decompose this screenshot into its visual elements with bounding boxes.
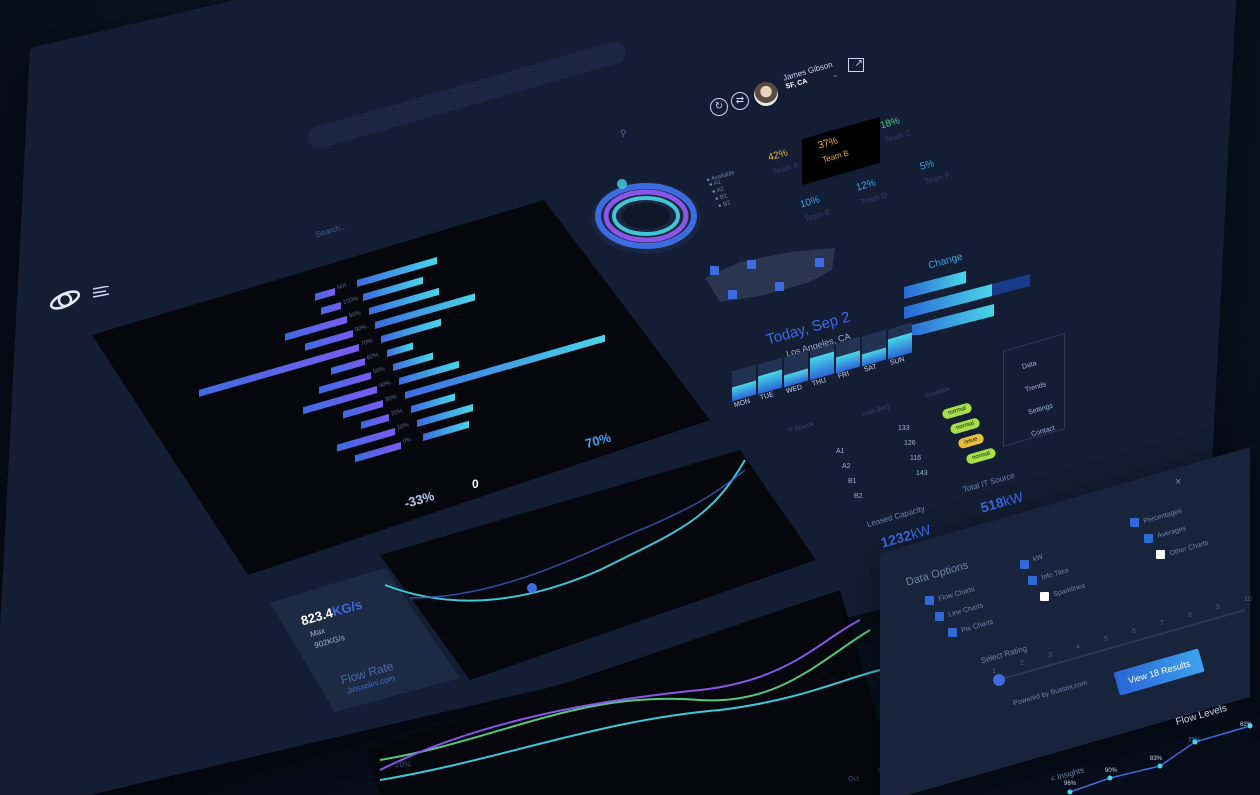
option-checkbox[interactable] [1144,534,1153,543]
flow-level-point: 83% [1150,756,1163,762]
option-checkbox[interactable] [925,596,934,605]
flow-level-point: 90% [1105,768,1118,774]
month-label: Oct [848,776,859,783]
option-checkbox[interactable] [1028,576,1037,585]
option-checkbox[interactable] [1130,518,1139,527]
option-checkbox[interactable] [948,628,957,637]
option-checkbox[interactable] [935,612,944,621]
dashboard-scene: Search... ⚲ ↻ ⇄ James Gibson SF, CA ⌄ ↗ [0,0,1260,795]
close-icon[interactable]: × [1175,476,1181,488]
option-checkbox[interactable] [1020,560,1029,569]
flow-level-point: 72% [1188,738,1201,744]
dashboard-content: Search... ⚲ ↻ ⇄ James Gibson SF, CA ⌄ ↗ [0,0,1260,795]
flow-level-point: 96% [1064,781,1077,787]
option-checkbox[interactable] [1156,550,1165,559]
flow-level-point: 62% [1240,722,1253,728]
lower-chart-y-label: 20% [395,760,412,769]
